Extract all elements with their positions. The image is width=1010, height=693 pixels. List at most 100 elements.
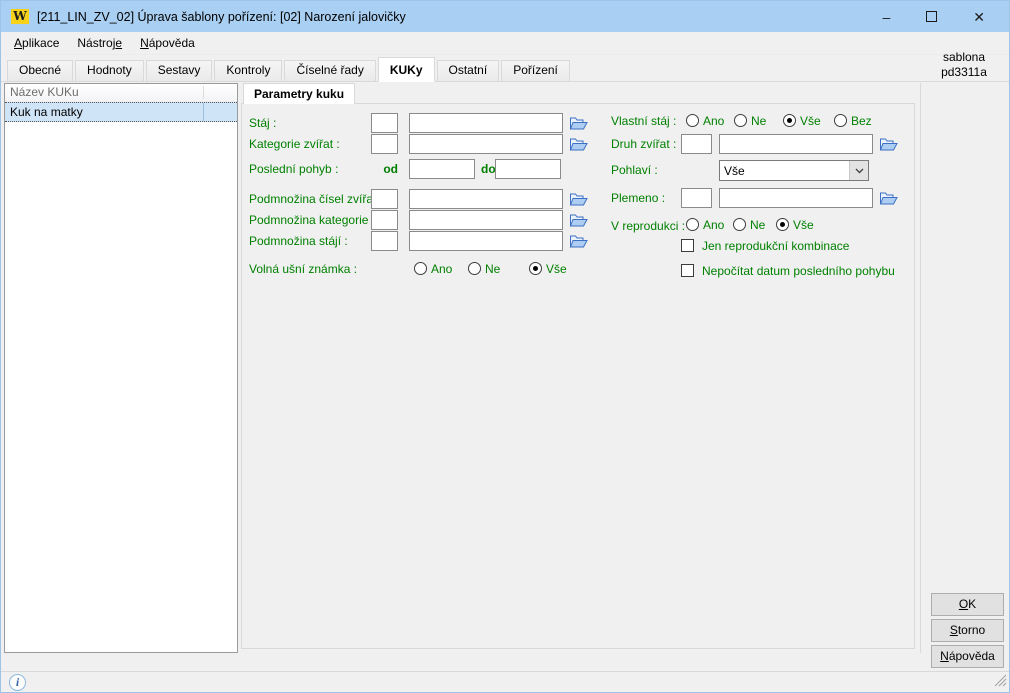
plemeno-folder-icon[interactable] xyxy=(879,190,898,207)
tab-ostatni[interactable]: Ostatní xyxy=(437,60,500,81)
maximize-button[interactable] xyxy=(926,11,937,22)
pohlavi-select[interactable]: Vše xyxy=(719,160,869,181)
side-divider xyxy=(920,83,921,653)
radio-label-vse[interactable]: Vše xyxy=(793,218,814,233)
radio-label-bez[interactable]: Bez xyxy=(851,114,872,129)
tab-ciselne-rady[interactable]: Číselné řady xyxy=(284,60,375,81)
staj-label: Stáj : xyxy=(249,113,276,133)
app-window: W [211_LIN_ZV_02] Úprava šablony pořízen… xyxy=(0,0,1010,693)
podmnozina-kategorie-name-input[interactable] xyxy=(409,210,563,230)
tab-hodnoty[interactable]: Hodnoty xyxy=(75,60,144,81)
main-tabstrip: Obecné Hodnoty Sestavy Kontroly Číselné … xyxy=(1,57,1009,82)
parameters-box xyxy=(241,103,915,649)
plemeno-label: Plemeno : xyxy=(611,188,665,208)
radio-vlastni-staj-vse[interactable] xyxy=(783,114,796,127)
checkbox-label-jen-reprodukcni[interactable]: Jen reprodukční kombinace xyxy=(702,239,849,254)
podmnozina-kategorie-folder-icon[interactable] xyxy=(569,212,588,229)
storno-button[interactable]: Storno xyxy=(931,619,1004,642)
podmnozina-staji-label: Podmnožina stájí : xyxy=(249,231,348,251)
podmnozina-staji-name-input[interactable] xyxy=(409,231,563,251)
radio-v-reprodukci-ano[interactable] xyxy=(686,218,699,231)
tab-sestavy[interactable]: Sestavy xyxy=(146,60,213,81)
posledni-pohyb-do-input[interactable] xyxy=(495,159,561,179)
tab-kontroly[interactable]: Kontroly xyxy=(214,60,282,81)
menu-nastroje[interactable]: Nástroje xyxy=(68,33,131,53)
app-logo-icon: W xyxy=(11,9,29,24)
posledni-pohyb-od-input[interactable] xyxy=(409,159,475,179)
radio-vlastni-staj-ne[interactable] xyxy=(734,114,747,127)
parameters-panel: Parametry kuku Stáj : Kategorie zvířat :… xyxy=(241,83,917,653)
menu-aplikace[interactable]: Aplikace xyxy=(5,33,68,53)
radio-label-ne[interactable]: Ne xyxy=(751,114,766,129)
radio-label-vse[interactable]: Vše xyxy=(546,262,567,277)
minimize-button[interactable]: – xyxy=(882,10,890,24)
sablona-line1: sablona xyxy=(919,50,1009,65)
radio-label-ano[interactable]: Ano xyxy=(703,218,724,233)
kategorie-zvirat-name-input[interactable] xyxy=(409,134,563,154)
podmnozina-cisel-zvirat-label: Podmnožina čísel zvířat : xyxy=(249,189,383,209)
window-title: [211_LIN_ZV_02] Úprava šablony pořízení:… xyxy=(37,10,406,24)
titlebar: W [211_LIN_ZV_02] Úprava šablony pořízen… xyxy=(1,1,1009,32)
status-bar: i xyxy=(1,671,1009,692)
volna-usni-znamka-label: Volná ušní známka : xyxy=(249,261,357,276)
podmnozina-staji-folder-icon[interactable] xyxy=(569,233,588,250)
kuk-list-item[interactable]: Kuk na matky xyxy=(5,102,237,122)
staj-folder-icon[interactable] xyxy=(569,115,588,132)
tab-obecne[interactable]: Obecné xyxy=(7,60,73,81)
checkbox-label-nepocitat-datum[interactable]: Nepočítat datum posledního pohybu xyxy=(702,264,895,279)
plemeno-code-input[interactable] xyxy=(681,188,712,208)
podmnozina-staji-code-input[interactable] xyxy=(371,231,398,251)
info-icon: i xyxy=(9,674,26,691)
druh-zvirat-code-input[interactable] xyxy=(681,134,712,154)
pohlavi-value: Vše xyxy=(720,164,849,178)
plemeno-name-input[interactable] xyxy=(719,188,873,208)
tab-parametry-kuku[interactable]: Parametry kuku xyxy=(243,83,355,104)
druh-zvirat-name-input[interactable] xyxy=(719,134,873,154)
radio-v-reprodukci-ne[interactable] xyxy=(733,218,746,231)
kategorie-zvirat-code-input[interactable] xyxy=(371,134,398,154)
radio-label-ano[interactable]: Ano xyxy=(431,262,452,277)
do-label: do xyxy=(481,159,496,179)
pohlavi-label: Pohlaví : xyxy=(611,160,658,180)
staj-code-input[interactable] xyxy=(371,113,398,133)
sablona-info: sablona pd3311a xyxy=(919,50,1009,80)
podmnozina-cisel-zvirat-code-input[interactable] xyxy=(371,189,398,209)
checkbox-jen-reprodukcni-kombinace[interactable] xyxy=(681,239,694,252)
druh-zvirat-label: Druh zvířat : xyxy=(611,134,676,154)
podmnozina-kategorie-code-input[interactable] xyxy=(371,210,398,230)
close-button[interactable]: ✕ xyxy=(973,10,985,24)
radio-volna-usni-znamka-vse[interactable] xyxy=(529,262,542,275)
druh-zvirat-folder-icon[interactable] xyxy=(879,136,898,153)
podmnozina-cisel-zvirat-name-input[interactable] xyxy=(409,189,563,209)
radio-vlastni-staj-bez[interactable] xyxy=(834,114,847,127)
podmnozina-cisel-zvirat-folder-icon[interactable] xyxy=(569,191,588,208)
kuk-list: Název KUKu Kuk na matky xyxy=(4,83,238,653)
kategorie-zvirat-folder-icon[interactable] xyxy=(569,136,588,153)
chevron-down-icon xyxy=(849,161,868,180)
radio-volna-usni-znamka-ne[interactable] xyxy=(468,262,481,275)
resize-grip-icon[interactable] xyxy=(994,674,1007,690)
kuk-list-header[interactable]: Název KUKu xyxy=(5,84,237,102)
vlastni-staj-label: Vlastní stáj : xyxy=(611,113,676,128)
radio-vlastni-staj-ano[interactable] xyxy=(686,114,699,127)
ok-button[interactable]: OK xyxy=(931,593,1004,616)
sablona-line2: pd3311a xyxy=(919,65,1009,80)
radio-volna-usni-znamka-ano[interactable] xyxy=(414,262,427,275)
radio-v-reprodukci-vse[interactable] xyxy=(776,218,789,231)
radio-label-ne[interactable]: Ne xyxy=(485,262,500,277)
tab-porizeni[interactable]: Pořízení xyxy=(501,60,570,81)
od-label: od xyxy=(371,159,398,179)
tab-kuky[interactable]: KUKy xyxy=(378,57,435,82)
radio-label-ano[interactable]: Ano xyxy=(703,114,724,129)
v-reprodukci-label: V reprodukci : xyxy=(611,218,685,233)
checkbox-nepocitat-datum[interactable] xyxy=(681,264,694,277)
staj-name-input[interactable] xyxy=(409,113,563,133)
menu-napoveda[interactable]: Nápověda xyxy=(131,33,204,53)
posledni-pohyb-label: Poslední pohyb : xyxy=(249,159,338,179)
menu-bar: Aplikace Nástroje Nápověda xyxy=(1,32,1009,55)
radio-label-vse[interactable]: Vše xyxy=(800,114,821,129)
kategorie-zvirat-label: Kategorie zvířat : xyxy=(249,134,340,154)
radio-label-ne[interactable]: Ne xyxy=(750,218,765,233)
napoveda-button[interactable]: Nápověda xyxy=(931,645,1004,668)
podmnozina-kategorie-label: Podmnožina kategorie : xyxy=(249,210,375,230)
